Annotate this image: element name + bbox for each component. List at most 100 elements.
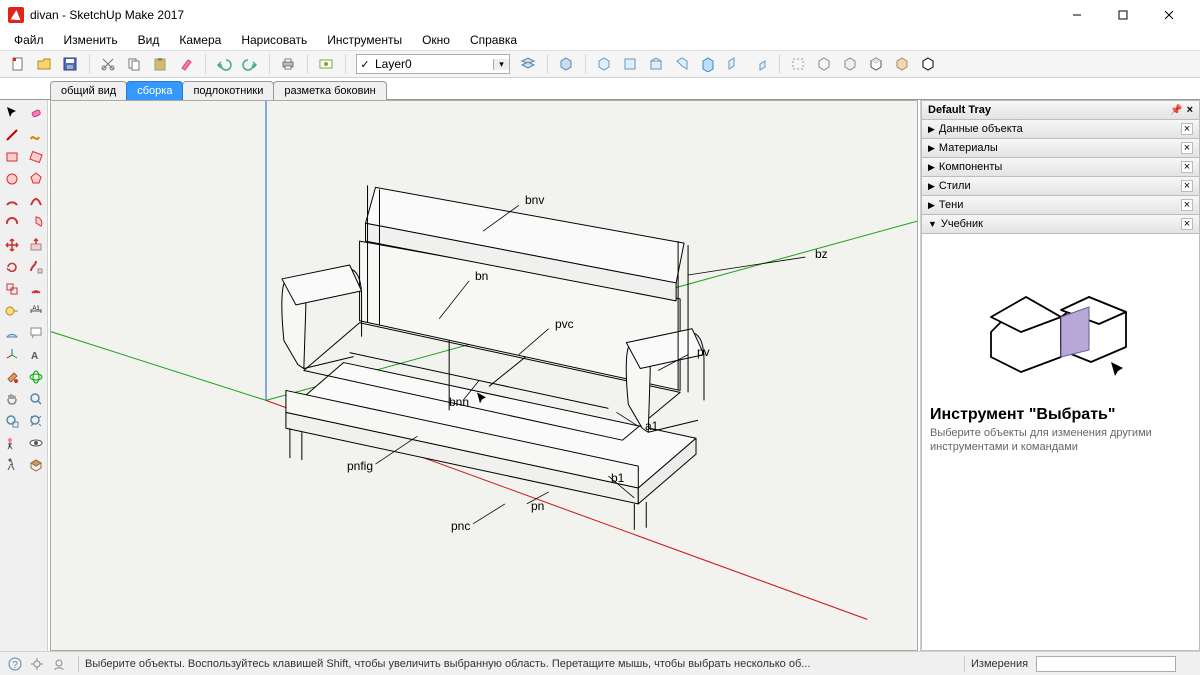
pan-tool-icon[interactable] (0, 388, 24, 410)
panel-styles[interactable]: ▶Стили× (921, 177, 1200, 196)
style-shaded-icon[interactable] (864, 52, 888, 76)
position-camera-icon[interactable] (0, 432, 24, 454)
menu-edit[interactable]: Изменить (56, 31, 126, 49)
layer-combo[interactable]: ✓ Layer0 ▾ (356, 54, 510, 74)
view-back-icon[interactable] (696, 52, 720, 76)
protractor-tool-icon[interactable] (0, 322, 24, 344)
pin-icon[interactable]: 📌 (1170, 105, 1182, 116)
arc3pt-tool-icon[interactable] (0, 212, 24, 234)
close-button[interactable] (1146, 0, 1192, 30)
panel-components[interactable]: ▶Компоненты× (921, 158, 1200, 177)
menu-help[interactable]: Справка (462, 31, 525, 49)
tape-tool-icon[interactable] (0, 300, 24, 322)
polygon-tool-icon[interactable] (24, 168, 48, 190)
help-icon[interactable]: ? (6, 655, 24, 673)
axes-tool-icon[interactable] (0, 344, 24, 366)
menu-camera[interactable]: Камера (171, 31, 229, 49)
viewport[interactable]: bnv bz bn pvc pv bnn a1 b1 pnfig pn pnc (50, 100, 918, 651)
new-file-icon[interactable] (6, 52, 30, 76)
scene-tab-1[interactable]: сборка (126, 81, 183, 100)
view-iso-icon[interactable] (592, 52, 616, 76)
panel-close-icon[interactable]: × (1181, 123, 1193, 135)
circle-tool-icon[interactable] (0, 168, 24, 190)
menu-view[interactable]: Вид (130, 31, 168, 49)
copy-icon[interactable] (122, 52, 146, 76)
zoom-extents-tool-icon[interactable] (24, 410, 48, 432)
geoloc-icon[interactable] (28, 655, 46, 673)
dimension-tool-icon[interactable]: A1 (24, 300, 48, 322)
menu-window[interactable]: Окно (414, 31, 458, 49)
menu-draw[interactable]: Нарисовать (233, 31, 315, 49)
chevron-down-icon[interactable]: ▾ (493, 59, 509, 70)
pie-tool-icon[interactable] (24, 212, 48, 234)
make-component-icon[interactable] (554, 52, 578, 76)
panel-close-icon[interactable]: × (1181, 199, 1193, 211)
tray-header[interactable]: Default Tray 📌 × (921, 100, 1200, 120)
rotated-rect-tool-icon[interactable] (24, 146, 48, 168)
select-tool-icon[interactable] (0, 102, 24, 124)
open-file-icon[interactable] (32, 52, 56, 76)
zoom-tool-icon[interactable] (24, 388, 48, 410)
redo-icon[interactable] (238, 52, 262, 76)
save-file-icon[interactable] (58, 52, 82, 76)
section-tool-icon[interactable] (24, 454, 48, 476)
paint-tool-icon[interactable] (0, 366, 24, 388)
orbit-tool-icon[interactable] (24, 366, 48, 388)
look-around-icon[interactable] (24, 432, 48, 454)
panel-entity-info[interactable]: ▶Данные объекта× (921, 120, 1200, 139)
scene-tab-2[interactable]: подлокотники (182, 81, 274, 100)
panel-close-icon[interactable]: × (1181, 161, 1193, 173)
erase-icon[interactable] (174, 52, 198, 76)
minimize-button[interactable] (1054, 0, 1100, 30)
view-left-icon[interactable] (722, 52, 746, 76)
3dtext-tool-icon[interactable]: A (24, 344, 48, 366)
measurements-input[interactable] (1036, 656, 1176, 672)
move-tool-icon[interactable] (0, 234, 24, 256)
model-info-icon[interactable] (314, 52, 338, 76)
arc-tool-icon[interactable] (0, 190, 24, 212)
style-shaded-textures-icon[interactable] (890, 52, 914, 76)
tray-close-icon[interactable]: × (1187, 104, 1193, 116)
cut-icon[interactable] (96, 52, 120, 76)
style-xray-icon[interactable] (786, 52, 810, 76)
zoom-window-tool-icon[interactable] (0, 410, 24, 432)
panel-close-icon[interactable]: × (1181, 142, 1193, 154)
app-icon (8, 7, 24, 23)
arc2pt-tool-icon[interactable] (24, 190, 48, 212)
credits-icon[interactable] (50, 655, 68, 673)
print-icon[interactable] (276, 52, 300, 76)
walk-tool-icon[interactable] (0, 454, 24, 476)
rectangle-tool-icon[interactable] (0, 146, 24, 168)
followme-tool-icon[interactable] (24, 256, 48, 278)
line-tool-icon[interactable] (0, 124, 24, 146)
scene-tabs: общий вид сборка подлокотники разметка б… (0, 78, 1200, 100)
eraser-tool-icon[interactable] (24, 102, 48, 124)
freehand-tool-icon[interactable] (24, 124, 48, 146)
paste-icon[interactable] (148, 52, 172, 76)
style-wireframe-icon[interactable] (812, 52, 836, 76)
scale-tool-icon[interactable] (0, 278, 24, 300)
menu-tools[interactable]: Инструменты (319, 31, 410, 49)
statusbar: ? Выберите объекты. Воспользуйтесь клави… (0, 651, 1200, 675)
maximize-button[interactable] (1100, 0, 1146, 30)
panel-close-icon[interactable]: × (1181, 180, 1193, 192)
pushpull-tool-icon[interactable] (24, 234, 48, 256)
offset-tool-icon[interactable] (24, 278, 48, 300)
menu-file[interactable]: Файл (6, 31, 52, 49)
undo-icon[interactable] (212, 52, 236, 76)
panel-shadows[interactable]: ▶Тени× (921, 196, 1200, 215)
style-monochrome-icon[interactable] (916, 52, 940, 76)
layer-manager-icon[interactable] (516, 52, 540, 76)
text-tool-icon[interactable] (24, 322, 48, 344)
view-right-icon[interactable] (670, 52, 694, 76)
panel-instructor[interactable]: ▼Учебник× (921, 215, 1200, 234)
panel-close-icon[interactable]: × (1181, 218, 1193, 230)
view-front-icon[interactable] (644, 52, 668, 76)
style-hidden-icon[interactable] (838, 52, 862, 76)
view-bottom-icon[interactable] (748, 52, 772, 76)
scene-tab-0[interactable]: общий вид (50, 81, 127, 100)
rotate-tool-icon[interactable] (0, 256, 24, 278)
view-top-icon[interactable] (618, 52, 642, 76)
panel-materials[interactable]: ▶Материалы× (921, 139, 1200, 158)
scene-tab-3[interactable]: разметка боковин (273, 81, 386, 100)
